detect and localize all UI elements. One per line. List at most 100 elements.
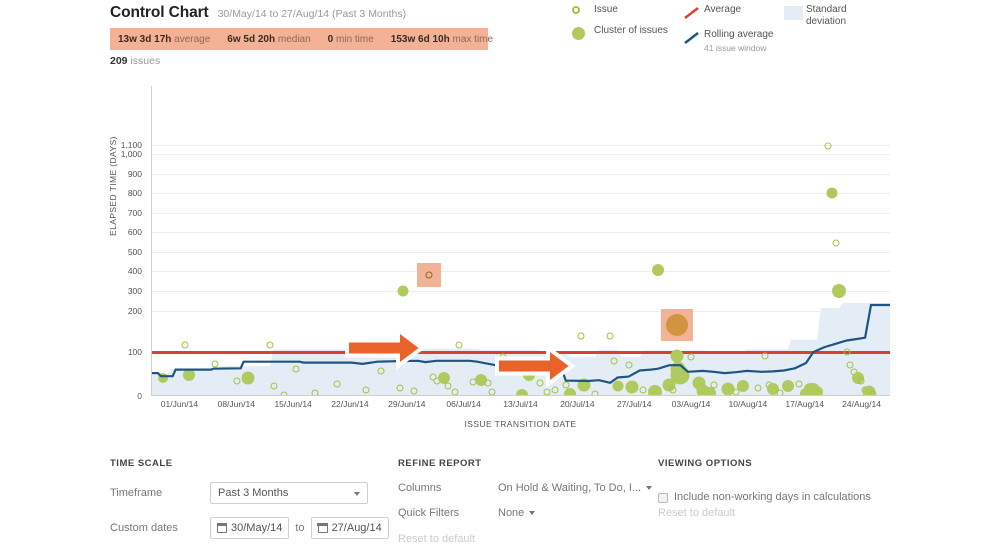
x-axis-tick-mark [379,395,380,396]
summary-stat: 153w 6d 10h max time [391,34,493,45]
controls-panel: TIME SCALE Timeframe Past 3 Months Custo… [0,448,1000,553]
x-axis-tick-label: 20/Jul/14 [560,399,595,409]
x-axis-tick-label: 06/Jul/14 [446,399,481,409]
x-axis-tick-mark [607,395,608,396]
y-axis-tick-label: 400 [127,266,142,276]
std-deviation-swatch-icon [784,4,806,20]
columns-select[interactable]: On Hold & Waiting, To Do, I... [498,482,653,494]
y-axis-tick-label: 800 [127,188,142,198]
x-axis-tick-mark [777,395,778,396]
summary-stat: 13w 3d 17h average [118,34,210,45]
timeframe-label: Timeframe [110,487,163,499]
x-axis-tick-label: 10/Aug/14 [728,399,768,409]
issue-count-label: issues [130,55,161,67]
x-axis-tick-mark [209,395,210,396]
issue-count-value: 209 [110,55,128,67]
legend-label-standard-deviation: Standard deviation [806,4,847,27]
calendar-icon [216,522,228,533]
summary-stat-label: min time [333,33,374,45]
x-axis-tick-label: 24/Aug/14 [842,399,881,409]
time-scale-title: TIME SCALE [110,458,173,469]
summary-stats-bar: 13w 3d 17h average 6w 5d 20h median 0 min … [110,28,493,50]
issue-count-line: 209 issues [110,55,160,67]
x-axis-tick-mark [323,395,324,396]
refine-report-section: REFINE REPORT Columns On Hold & Waiting,… [398,458,653,545]
viewing-options-section: VIEWING OPTIONS Include non-working days… [658,458,978,519]
y-axis-ticks: 0 100 200 300 400 500 600 700 800 900 1,000 1,100 [110,86,147,401]
chart-legend: Issue Cluster of issues Average Rolling … [572,4,992,72]
chevron-down-icon [646,486,653,490]
x-axis-title: ISSUE TRANSITION DATE [464,419,577,429]
issue-ring-icon [572,4,594,14]
legend-item-issue: Issue [572,4,668,16]
legend-item-standard-deviation: Standard deviation [784,4,880,28]
date-from-value: 30/May/14 [231,522,283,534]
x-axis-tick-label: 13/Jul/14 [503,399,538,409]
rolling-average-line-icon [682,29,704,45]
summary-stat-value: 13w 3d 17h [118,33,172,45]
summary-stat-value: 153w 6d 10h [390,33,450,45]
summary-stat-label: max time [449,33,494,45]
x-axis-tick-label: 15/Jun/14 [274,399,312,409]
y-axis-tick-label: 300 [127,286,142,296]
timeframe-select[interactable]: Past 3 Months [210,482,368,504]
y-axis-tick-label: 600 [127,227,142,237]
quick-filters-value: None [498,507,525,519]
summary-stat: 0 min time [328,34,374,45]
annotation-arrow [345,326,426,370]
legend-label-average: Average [704,4,742,15]
y-axis-tick-label: 1,000 [120,149,142,159]
x-axis-tick-label: 17/Aug/14 [785,399,825,409]
y-axis-tick-label: 1,100 [120,140,142,150]
columns-value: On Hold & Waiting, To Do, I... [498,482,642,494]
legend-label-issue: Issue [594,4,618,15]
viewing-options-reset-link[interactable]: Reset to default [658,507,978,519]
time-scale-section: TIME SCALE Timeframe Past 3 Months Custo… [110,458,389,553]
x-axis-tick-mark [493,395,494,396]
non-working-days-label: Include non-working days in calculations [674,491,871,503]
x-axis-tick-label: 22/Jun/14 [331,399,369,409]
x-axis-tick-label: 08/Jun/14 [217,399,255,409]
refine-report-reset-link[interactable]: Reset to default [398,533,653,545]
x-axis-tick-mark [720,395,721,396]
legend-item-cluster: Cluster of issues [572,25,668,40]
viewing-options-title: VIEWING OPTIONS [658,458,753,469]
columns-label: Columns [398,482,442,494]
y-axis-tick-label: 0 [137,391,142,401]
refine-report-title: REFINE REPORT [398,458,482,469]
quick-filters-select[interactable]: None [498,507,536,519]
x-axis-tick-label: 03/Aug/14 [671,399,711,409]
legend-item-average: Average [682,4,774,20]
page-title: Control Chart [110,4,209,21]
chevron-down-icon [529,511,536,515]
y-axis-tick-label: 700 [127,208,142,218]
non-working-days-checkbox-row[interactable]: Include non-working days in calculations [658,491,978,503]
date-to-value: 27/Aug/14 [331,522,382,534]
x-axis-tick-label: 27/Jul/14 [616,399,652,409]
x-axis-tick-mark [664,395,665,396]
legend-label-rolling-average: Rolling average [704,29,774,40]
x-axis-ticks: 01/Jun/14 08/Jun/14 15/Jun/14 22/Jun/14 29/J… [151,399,890,413]
quick-filters-label: Quick Filters [398,507,460,519]
x-axis-tick-mark [436,395,437,396]
cluster-dot-icon [572,25,594,40]
plot-canvas[interactable] [151,86,890,396]
legend-item-rolling-average: Rolling average 41 issue window [682,29,774,54]
calendar-icon [317,522,328,533]
date-range-subtitle: 30/May/14 to 27/Aug/14 (Past 3 Months) [217,8,407,20]
non-working-days-checkbox[interactable] [658,493,668,503]
date-range-separator: to [295,522,305,534]
date-from-input[interactable]: 30/May/14 [210,517,290,539]
timeframe-value: Past 3 Months [218,487,289,499]
chart-area: ELAPSED TIME (DAYS) 0 100 200 300 400 500 600 7… [108,86,890,431]
x-axis-tick-mark [550,395,551,396]
legend-label-cluster: Cluster of issues [594,25,668,36]
summary-stat: 6w 5d 20h median [227,34,310,45]
y-axis-tick-label: 900 [127,169,142,179]
x-axis-tick-label: 29/Jun/14 [388,399,426,409]
custom-dates-label: Custom dates [110,522,178,534]
x-axis-tick-mark [266,395,267,396]
summary-stat-value: 6w 5d 20h [227,33,276,45]
control-chart-page: Control Chart 30/May/14 to 27/Aug/14 (Pa… [0,0,1000,553]
date-to-input[interactable]: 27/Aug/14 [310,517,389,539]
